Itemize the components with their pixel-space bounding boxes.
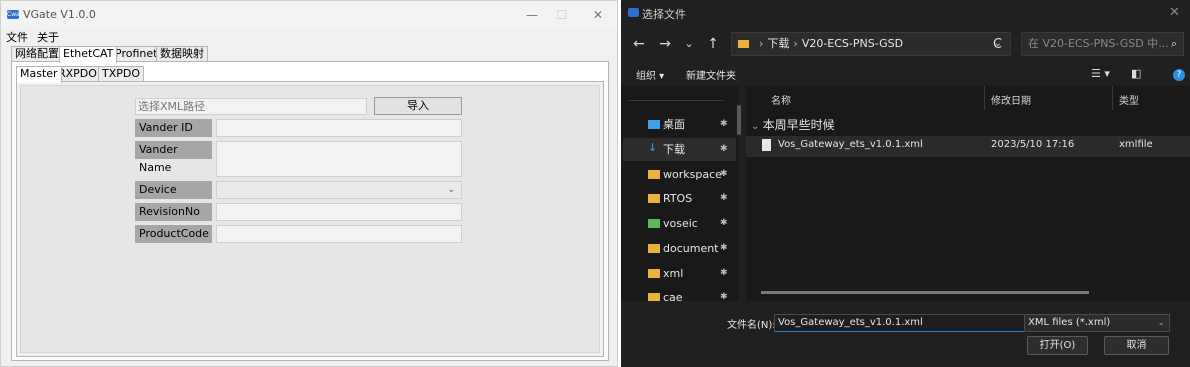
desktop-icon (648, 120, 660, 129)
close-button[interactable]: ✕ (583, 5, 613, 25)
filetype-select[interactable]: XML files (*.xml) ⌄ (1024, 314, 1170, 332)
folder-icon (648, 293, 660, 301)
sidebar-item-xml[interactable]: xml ✱ (623, 262, 736, 285)
dialog-toolbar: 组织 ▾ 新建文件夹 ☰ ▾ ◧ ? (621, 63, 1190, 85)
back-icon[interactable]: ← (629, 34, 649, 54)
view-list-icon[interactable]: ☰ ▾ (1091, 67, 1110, 80)
folder-icon (648, 219, 660, 228)
app-icon (628, 8, 639, 17)
xml-path-input[interactable]: 选择XML路径 (135, 98, 367, 115)
column-name-header[interactable]: 名称 (771, 92, 791, 107)
sidebar-item-desktop[interactable]: 桌面 ✱ (623, 113, 736, 136)
vander-id-label: Vander ID (135, 119, 212, 137)
filename-input[interactable]: Vos_Gateway_ets_v1.0.1.xml ⌄ (774, 314, 1036, 332)
recent-dropdown-icon[interactable]: ⌄ (679, 34, 699, 54)
window-title: VGate V1.0.0 (23, 8, 96, 21)
menu-bar: 文件 关于 (1, 29, 617, 45)
menu-file[interactable]: 文件 (6, 29, 28, 45)
group-header[interactable]: ⌄ 本周早些时候 (751, 116, 835, 133)
file-name: Vos_Gateway_ets_v1.0.1.xml (778, 139, 923, 150)
import-button[interactable]: 导入 (374, 97, 462, 115)
tab-network-config[interactable]: 网络配置 (11, 46, 63, 62)
folder-icon (738, 40, 749, 48)
sidebar-item-workspace[interactable]: workspace ✱ (623, 163, 736, 186)
maximize-button[interactable]: ☐ (547, 5, 577, 25)
minimize-button[interactable]: — (517, 5, 547, 25)
nav-bar: ← → ⌄ ↑ › 下载 › V20-ECS-PNS-GSD ⌄ C 在 V20-EC… (621, 28, 1190, 60)
menu-about[interactable]: 关于 (37, 29, 59, 45)
chevron-down-icon: ⌄ (447, 185, 455, 195)
breadcrumb-folder[interactable]: V20-ECS-PNS-GSD (802, 37, 903, 50)
sidebar-scrollbar[interactable] (737, 105, 741, 135)
product-code-field[interactable] (216, 225, 462, 243)
sidebar-item-cae[interactable]: cae ✱ (623, 286, 736, 301)
file-list: 名称 修改日期 类型 ⌄ 本周早些时候 Vos_Gateway_ets_v1.0… (746, 86, 1190, 301)
download-icon: ↓ (648, 141, 658, 154)
preview-pane-icon[interactable]: ◧ (1131, 67, 1141, 80)
breadcrumb-downloads[interactable]: 下载 (767, 37, 789, 50)
open-button[interactable]: 打开(O) (1027, 336, 1088, 355)
organize-button[interactable]: 组织 ▾ (636, 67, 664, 82)
revision-no-field[interactable] (216, 203, 462, 221)
app-icon: Cwa (7, 10, 20, 19)
folder-icon (648, 194, 660, 203)
dialog-footer: 文件名(N): Vos_Gateway_ets_v1.0.1.xml ⌄ XML… (621, 302, 1190, 367)
dialog-title: 选择文件 (642, 8, 686, 21)
vander-name-field[interactable] (216, 141, 462, 177)
vander-name-label: Vander Name (135, 141, 212, 174)
forward-icon[interactable]: → (655, 34, 675, 54)
filename-label: 文件名(N): (727, 320, 776, 331)
sidebar-item-document[interactable]: document ✱ (623, 237, 736, 260)
cancel-button[interactable]: 取消 (1104, 336, 1169, 355)
navigation-pane: 桌面 ✱ ↓ 下载 ✱ workspace ✱ RTOS ✱ voseic ✱ docum… (621, 86, 741, 301)
sidebar-item-voseic[interactable]: voseic ✱ (623, 212, 736, 235)
file-modified: 2023/5/10 17:16 (991, 139, 1075, 150)
divider (629, 100, 724, 101)
sidebar-item-rtos[interactable]: RTOS ✱ (623, 187, 736, 210)
column-type-header[interactable]: 类型 (1119, 92, 1139, 107)
title-bar: Cwa VGate V1.0.0 — ☐ ✕ (1, 1, 617, 29)
refresh-icon[interactable]: C (993, 37, 1002, 52)
revision-no-label: RevisionNo (135, 203, 212, 221)
pin-icon: ✱ (720, 292, 728, 301)
up-icon[interactable]: ↑ (703, 34, 723, 54)
dialog-close-button[interactable]: ✕ (1169, 5, 1180, 20)
vander-id-field[interactable] (216, 119, 462, 137)
pin-icon: ✱ (720, 193, 728, 203)
horizontal-scrollbar[interactable] (761, 291, 1089, 294)
folder-icon (648, 170, 660, 179)
file-dialog: 选择文件 ✕ ← → ⌄ ↑ › 下载 › V20-ECS-PNS-GSD ⌄ C 在… (621, 0, 1190, 367)
vgate-window: Cwa VGate V1.0.0 — ☐ ✕ 文件 关于 网络配置 EthetC… (0, 0, 618, 367)
tab-ethercat[interactable]: EthetCAT (59, 46, 118, 63)
search-icon: ⌕ (1170, 37, 1177, 50)
folder-icon (648, 244, 660, 253)
address-bar[interactable]: › 下载 › V20-ECS-PNS-GSD ⌄ (731, 32, 1011, 56)
tab-profinet[interactable]: Profinet (111, 46, 162, 62)
file-type: xmlfile (1119, 139, 1153, 150)
file-icon (762, 139, 771, 151)
pin-icon: ✱ (720, 144, 728, 154)
pin-icon: ✱ (720, 218, 728, 228)
device-name-select[interactable]: ⌄ (216, 181, 462, 199)
product-code-label: ProductCode (135, 225, 212, 243)
device-name-label: Device Name (135, 181, 212, 214)
file-row[interactable]: Vos_Gateway_ets_v1.0.1.xml 2023/5/10 17:… (746, 136, 1190, 157)
new-folder-button[interactable]: 新建文件夹 (686, 67, 736, 82)
pin-icon: ✱ (720, 243, 728, 253)
tab-master[interactable]: Master (16, 66, 62, 83)
folder-icon (648, 269, 660, 278)
column-divider[interactable] (1112, 86, 1113, 110)
search-input[interactable]: 在 V20-ECS-PNS-GSD 中... ⌕ (1021, 32, 1184, 56)
pin-icon: ✱ (720, 119, 728, 129)
pin-icon: ✱ (720, 169, 728, 179)
help-icon[interactable]: ? (1173, 69, 1185, 81)
pin-icon: ✱ (720, 268, 728, 278)
dialog-title-bar: 选择文件 ✕ (621, 0, 1190, 26)
tab-data-mapping[interactable]: 数据映射 (156, 46, 208, 62)
tab-txpdo[interactable]: TXPDO (98, 66, 145, 82)
chevron-down-icon: ⌄ (1157, 318, 1165, 328)
sidebar-item-downloads[interactable]: ↓ 下载 ✱ (623, 138, 736, 161)
column-divider[interactable] (984, 86, 985, 110)
column-modified-header[interactable]: 修改日期 (991, 92, 1031, 107)
